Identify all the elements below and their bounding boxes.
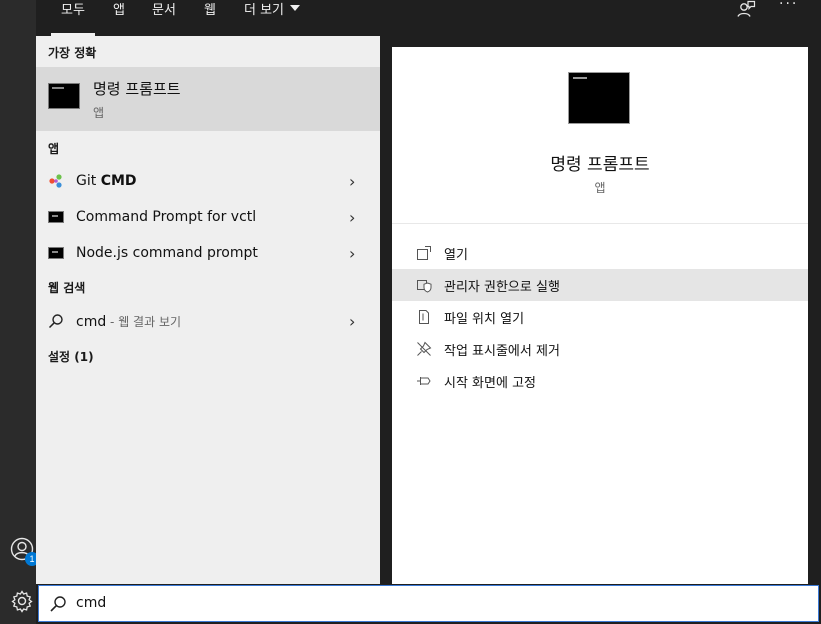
detail-subtitle: 앱 bbox=[594, 181, 606, 195]
chevron-right-icon[interactable]: › bbox=[349, 172, 355, 191]
action-open-label: 열기 bbox=[444, 247, 468, 263]
feedback-button[interactable] bbox=[736, 0, 756, 18]
feedback-icon bbox=[737, 0, 756, 17]
command-prompt-large-icon bbox=[568, 72, 630, 124]
unpin-icon bbox=[416, 341, 432, 357]
filter-bar: 모두 앱 문서 웹 더 보기 ··· bbox=[36, 0, 821, 36]
tab-documents[interactable]: 문서 bbox=[152, 0, 176, 36]
tab-apps[interactable]: 앱 bbox=[113, 0, 125, 36]
settings-header[interactable]: 설정 (1) bbox=[48, 348, 94, 365]
action-open[interactable]: 열기 bbox=[392, 237, 808, 269]
git-cmd-label-prefix: Git bbox=[76, 173, 101, 189]
best-match-header: 가장 정확 bbox=[48, 46, 97, 60]
app-result-nodejs[interactable]: Node.js command prompt › bbox=[36, 235, 380, 271]
command-prompt-icon bbox=[48, 211, 64, 223]
tab-more[interactable]: 더 보기 bbox=[244, 0, 301, 36]
action-run-as-admin[interactable]: 관리자 권한으로 실행 bbox=[392, 269, 808, 301]
chevron-down-icon bbox=[290, 5, 301, 11]
action-pin-start[interactable]: 시작 화면에 고정 bbox=[392, 365, 808, 397]
gear-icon bbox=[11, 590, 33, 613]
more-options-button[interactable]: ··· bbox=[779, 0, 798, 14]
chevron-right-icon[interactable]: › bbox=[349, 312, 355, 331]
web-search-result[interactable]: cmd - 웹 결과 보기 › bbox=[36, 303, 380, 339]
vctl-label: Command Prompt for vctl bbox=[76, 209, 257, 225]
search-input[interactable]: cmd bbox=[76, 595, 106, 611]
action-pin-start-label: 시작 화면에 고정 bbox=[444, 375, 536, 391]
left-rail: 1 bbox=[0, 0, 39, 624]
action-unpin-taskbar[interactable]: 작업 표시줄에서 제거 bbox=[392, 333, 808, 365]
search-icon bbox=[48, 314, 63, 329]
search-icon bbox=[50, 596, 66, 612]
command-prompt-icon bbox=[48, 83, 80, 109]
tab-more-label: 더 보기 bbox=[244, 3, 285, 18]
action-open-file-location[interactable]: 파일 위치 열기 bbox=[392, 301, 808, 333]
tab-documents-label: 문서 bbox=[152, 3, 176, 18]
ellipsis-icon: ··· bbox=[779, 0, 799, 12]
nodejs-label: Node.js command prompt bbox=[76, 245, 258, 261]
web-search-header: 웹 검색 bbox=[48, 281, 86, 295]
search-box[interactable]: cmd bbox=[38, 585, 819, 622]
command-prompt-icon bbox=[48, 247, 64, 259]
detail-panel: 명령 프롬프트 앱 열기 관리자 권한으로 실행 파일 위치 열기 작업 표시줄… bbox=[392, 47, 808, 584]
tab-web-label: 웹 bbox=[204, 3, 216, 18]
git-cmd-label-bold: CMD bbox=[100, 173, 137, 189]
divider bbox=[392, 223, 808, 224]
file-location-icon bbox=[416, 309, 432, 325]
git-icon bbox=[49, 174, 62, 188]
shield-icon bbox=[416, 277, 432, 293]
tab-all[interactable]: 모두 bbox=[51, 0, 95, 36]
settings-button[interactable] bbox=[9, 588, 35, 614]
tab-web[interactable]: 웹 bbox=[204, 0, 216, 36]
open-icon bbox=[416, 245, 432, 261]
tab-apps-label: 앱 bbox=[113, 3, 125, 18]
web-query-suffix: - 웹 결과 보기 bbox=[106, 314, 182, 329]
action-unpin-taskbar-label: 작업 표시줄에서 제거 bbox=[444, 343, 560, 359]
chevron-right-icon[interactable]: › bbox=[349, 244, 355, 263]
pin-icon bbox=[416, 373, 432, 389]
web-query: cmd bbox=[76, 313, 107, 330]
best-match-title: 명령 프롬프트 bbox=[93, 80, 181, 98]
chevron-right-icon[interactable]: › bbox=[349, 208, 355, 227]
app-result-vctl[interactable]: Command Prompt for vctl › bbox=[36, 199, 380, 235]
account-button[interactable]: 1 bbox=[9, 536, 39, 566]
best-match-result[interactable]: 명령 프롬프트 앱 bbox=[36, 67, 380, 131]
best-match-subtitle: 앱 bbox=[93, 106, 105, 120]
app-result-git-cmd[interactable]: Git CMD › bbox=[36, 163, 380, 199]
results-panel: 가장 정확 명령 프롬프트 앱 앱 Git CMD › Command Prom… bbox=[36, 36, 380, 584]
action-run-as-admin-label: 관리자 권한으로 실행 bbox=[444, 279, 560, 295]
action-open-file-location-label: 파일 위치 열기 bbox=[444, 311, 525, 327]
tab-all-label: 모두 bbox=[61, 3, 85, 18]
apps-header: 앱 bbox=[48, 142, 60, 156]
detail-title: 명령 프롬프트 bbox=[550, 155, 650, 175]
